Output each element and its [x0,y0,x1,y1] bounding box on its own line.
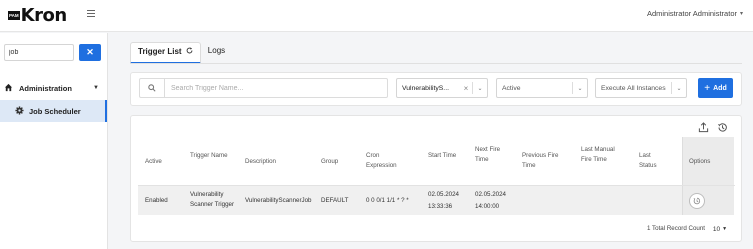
add-button-label: Add [713,84,727,92]
column-header-trigger-name[interactable]: Trigger Name [190,151,230,161]
column-header-start-time: Start Time [428,152,457,159]
column-header-last-status: Last Status [639,152,657,169]
chevron-down-icon: ⌄ [676,85,682,92]
column-header-description: Description [245,158,276,165]
cell-group: DEFAULT [321,197,349,204]
page-size-select[interactable]: 10 ▼ [709,222,731,236]
user-menu[interactable]: Administrator Administrator ▾ [647,9,743,18]
sidebar-item-administration[interactable]: Administration ▼ [0,79,107,97]
sidebar-item-job-scheduler[interactable]: Job Scheduler [0,100,107,122]
sidebar-item-label: Job Scheduler [29,106,81,116]
job-select-value: VulnerabilityS... [402,84,449,92]
tab-trigger-list[interactable]: Trigger List [130,42,201,64]
kron-logo[interactable]: PAM Kron [8,4,68,26]
top-bar: PAM Kron Administrator Administrator ▾ [0,0,753,32]
cell-description: VulnerabilityScannerJob [245,197,312,204]
instance-select-value: Execute All Instances [601,84,666,92]
column-header-next-fire-time: Next Fire Time [475,146,501,163]
cell-start-date: 02.05.2024 [428,191,459,198]
chevron-down-icon: ▾ [739,11,743,17]
gear-icon [15,105,24,117]
cell-trigger-name: Vulnerability Scanner Trigger [190,191,235,208]
tab-logs[interactable]: Logs [201,42,232,64]
logo-pam-badge: PAM [8,10,20,20]
trigger-table-card [130,115,742,242]
cell-next-fire-time: 14:00:00 [475,203,500,210]
sidebar-search-input[interactable] [4,44,74,61]
column-header-active: Active [145,158,162,165]
tab-divider [130,63,742,64]
sidebar: ✕ Administration ▼ Job Scheduler [0,33,108,249]
add-button[interactable]: + Add [698,78,733,98]
job-select[interactable]: VulnerabilityS... × ⌄ [396,78,488,98]
status-select-value: Active [502,84,521,92]
cell-start-time: 13:33:36 [428,203,453,210]
history-icon[interactable] [717,122,729,134]
clear-icon[interactable]: × [460,84,472,93]
instance-select[interactable]: Execute All Instances ⌄ [595,78,687,98]
export-icon[interactable] [698,122,710,134]
chevron-down-icon: ▼ [722,226,728,232]
hamburger-menu-icon[interactable] [87,10,95,17]
cell-active: Enabled [145,197,168,204]
user-name: Administrator Administrator [646,9,737,18]
logo-text: Kron [20,4,68,26]
tab-label: Trigger List [138,47,182,56]
column-header-group: Group [321,158,339,165]
refresh-icon[interactable] [186,47,193,56]
clear-search-button[interactable]: ✕ [79,44,101,61]
column-header-cron-expression: Cron Expression [366,152,397,169]
search-icon[interactable] [139,78,165,98]
column-header-previous-fire-time: Previous Fire Time [522,152,559,169]
sidebar-item-label: Administration [19,83,72,93]
chevron-down-icon: ⌄ [477,85,483,92]
column-header-options: Options [689,158,711,165]
cell-cron-expression: 0 0 0/1 1/1 * ? * [366,197,409,204]
cell-next-fire-date: 02.05.2024 [475,191,506,198]
home-icon [4,83,13,94]
chevron-down-icon: ⌄ [577,85,583,92]
chevron-down-icon: ▼ [93,85,99,91]
total-record-count: 1 Total Record Count [647,225,706,232]
column-header-last-manual-fire-time: Last Manual Fire Time [581,146,615,163]
status-select[interactable]: Active ⌄ [496,78,588,98]
page-size-value: 10 [712,225,721,233]
close-icon: ✕ [86,47,94,57]
tab-bar: Trigger List Logs [130,42,232,64]
trigger-search-input[interactable] [165,78,388,98]
row-options-button[interactable] [689,193,705,209]
tab-label: Logs [207,46,226,55]
plus-icon: + [704,82,711,94]
